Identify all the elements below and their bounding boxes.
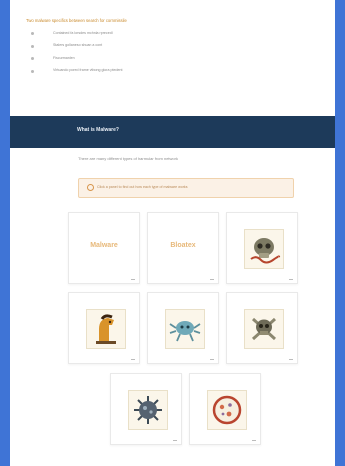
expand-icon xyxy=(289,279,293,280)
bullet-item: Fiscurmanlen xyxy=(26,55,316,68)
expand-icon xyxy=(131,359,135,360)
bullet-text: Fiscurmanlen xyxy=(53,55,75,60)
tile xyxy=(128,390,168,430)
bullet-item: Contained fa lorsdes mchnla rprecedl xyxy=(26,30,316,43)
tile xyxy=(165,309,205,349)
banner-title: What is Malware? xyxy=(77,127,119,133)
expand-icon xyxy=(252,440,256,441)
intro-section: Two malware specifics between search for… xyxy=(26,18,316,80)
bullet-item: Virtuando pored frame vtbong glora ptede… xyxy=(26,68,316,81)
skull-crossbones-icon xyxy=(251,317,277,341)
bullet-dot-icon xyxy=(31,57,34,60)
section-subtitle: There are many different types of harmul… xyxy=(78,156,178,161)
malware-card[interactable] xyxy=(189,373,261,445)
bullet-text: Contained fa lorsdes mchnla rprecedl xyxy=(53,30,113,35)
bullet-dot-icon xyxy=(31,69,34,73)
malware-card[interactable]: Malware xyxy=(68,212,140,284)
tile xyxy=(244,229,284,269)
malware-card[interactable] xyxy=(68,292,140,364)
bullet-dot-icon xyxy=(31,32,34,35)
expand-icon xyxy=(289,359,293,360)
bug-virus-icon xyxy=(169,321,201,342)
bullet-text: Virtuando pored frame vtbong glora ptede… xyxy=(53,68,123,72)
malware-logo-label: Malware xyxy=(90,242,118,249)
bullet-dot-icon xyxy=(31,44,34,48)
tile xyxy=(244,309,284,349)
malware-card[interactable] xyxy=(226,212,298,284)
notice-text: Click a panel to find out how each type … xyxy=(97,185,188,189)
skull-worm-icon xyxy=(250,238,281,264)
bullet-item: Stalers gollaneso shuan a cont xyxy=(26,43,316,56)
notice-box: Click a panel to find out how each type … xyxy=(78,178,294,198)
expand-icon xyxy=(131,279,135,280)
expand-icon xyxy=(210,279,214,280)
bullet-text: Stalers gollaneso shuan a cont xyxy=(53,43,103,47)
info-icon xyxy=(87,184,94,191)
expand-icon xyxy=(210,359,214,360)
malware-logo-label: Bloatex xyxy=(170,242,196,249)
bullet-list: Contained fa lorsdes mchnla rprecedl Sta… xyxy=(26,30,316,80)
malware-card[interactable] xyxy=(226,292,298,364)
tile xyxy=(86,309,126,349)
malware-card[interactable] xyxy=(147,292,219,364)
section-banner: What is Malware? xyxy=(10,116,335,148)
intro-title: Two malware specifics between search for… xyxy=(26,18,127,23)
tile xyxy=(207,390,247,430)
expand-icon xyxy=(173,440,177,441)
malware-card[interactable]: Bloatex xyxy=(147,212,219,284)
spiky-virus-icon xyxy=(134,396,162,424)
trojan-horse-icon xyxy=(96,314,116,344)
bacteria-dish-icon xyxy=(212,395,242,425)
page: Two malware specifics between search for… xyxy=(10,0,335,466)
malware-card[interactable] xyxy=(110,373,182,445)
